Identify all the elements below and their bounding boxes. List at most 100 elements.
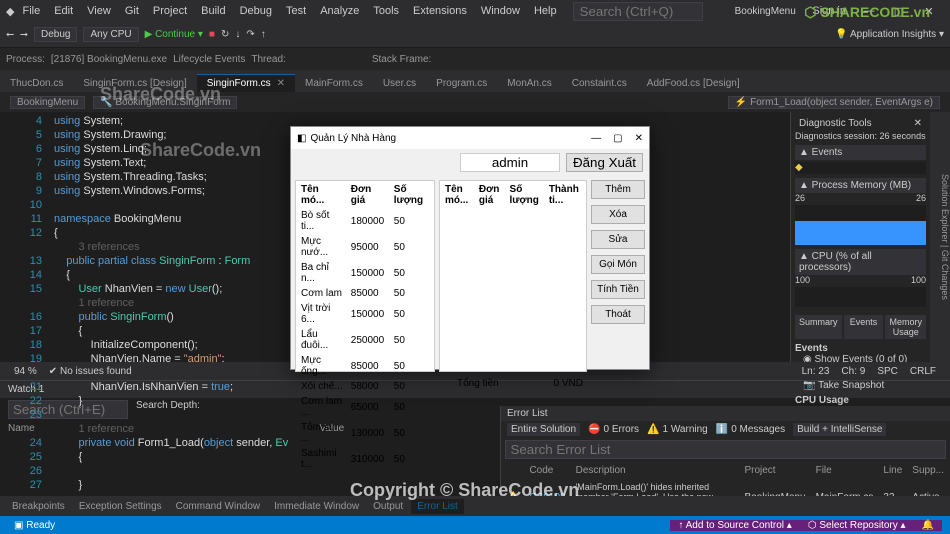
doc-tab[interactable]: SinginForm.cs✕ (197, 74, 295, 92)
diag-mem[interactable]: ▲ Process Memory (MB) (795, 178, 926, 193)
errors-count[interactable]: ⛔ 0 Errors (588, 424, 639, 435)
diag-snapshot[interactable]: Take Snapshot (818, 380, 884, 391)
menu-analyze[interactable]: Analyze (314, 3, 365, 19)
err-col-sup[interactable]: Supp... (908, 463, 948, 478)
doc-tab[interactable]: Program.cs (426, 75, 497, 92)
quick-search[interactable] (573, 2, 703, 21)
btn-bill[interactable]: Tính Tiền (591, 280, 645, 299)
crumb-class[interactable]: 🔧 BookingMenu.SinginForm (93, 96, 237, 109)
dialog-title: Quản Lý Nhà Hàng (310, 133, 396, 144)
menu-row[interactable]: Xôi chế...5800050 (298, 380, 432, 393)
dlg-user[interactable] (460, 153, 560, 172)
diag-tab-summary[interactable]: Summary (795, 315, 842, 339)
doc-tab[interactable]: User.cs (373, 75, 426, 92)
tab-output[interactable]: Output (367, 499, 409, 514)
menu-row[interactable]: Cơm lam8500050 (298, 287, 432, 300)
restart-icon[interactable]: ↻ (221, 29, 229, 40)
menu-help[interactable]: Help (528, 3, 563, 19)
diag-events[interactable]: ▲ Events (795, 145, 926, 160)
btn-del[interactable]: Xóa (591, 205, 645, 224)
err-col-proj[interactable]: Project (740, 463, 809, 478)
err-col-desc[interactable]: Description (572, 463, 739, 478)
menu-view[interactable]: View (81, 3, 117, 19)
stop-icon[interactable]: ■ (209, 29, 215, 40)
diag-tab-events[interactable]: Events (844, 315, 884, 339)
menu-file[interactable]: File (16, 3, 46, 19)
diag-close-icon[interactable]: ✕ (914, 118, 922, 129)
doc-tab[interactable]: SinginForm.cs [Design] (73, 75, 196, 92)
doc-tab[interactable]: Constaint.cs (562, 75, 637, 92)
menu-row[interactable]: Sashimi t...31000050 (298, 447, 432, 471)
menu-row[interactable]: Tôm sú ...13000050 (298, 421, 432, 445)
step-over-icon[interactable]: ↷ (246, 29, 254, 40)
menu-grid[interactable]: Tên mó...Đơn giáSố lượngBò sốt ti...1800… (295, 180, 435, 372)
menu-window[interactable]: Window (475, 3, 526, 19)
btn-exit[interactable]: Thoát (591, 305, 645, 324)
config-select[interactable]: Debug (34, 27, 77, 42)
solution-name: BookingMenu (735, 6, 796, 17)
menu-row[interactable]: Mực nướ...9500050 (298, 235, 432, 259)
menu-row[interactable]: Mực ống...8500050 (298, 354, 432, 378)
menu-extensions[interactable]: Extensions (407, 3, 473, 19)
step-out-icon[interactable]: ↑ (261, 29, 266, 40)
btn-edit[interactable]: Sửa (591, 230, 645, 249)
diag-cpu[interactable]: ▲ CPU (% of all processors) (795, 249, 926, 275)
menu-row[interactable]: Lẩu đuôi...25000050 (298, 328, 432, 352)
menu-git[interactable]: Git (119, 3, 145, 19)
errorlist-title: Error List (501, 406, 950, 421)
btn-logout[interactable]: Đăng Xuất (566, 153, 643, 172)
warnings-count[interactable]: ⚠️ 1 Warning (647, 424, 708, 435)
back-icon[interactable]: ⭠ (6, 29, 14, 40)
menu-row[interactable]: Vịt trời 6...15000050 (298, 302, 432, 326)
btn-order[interactable]: Gọi Món (591, 255, 645, 274)
crumb-project[interactable]: BookingMenu (10, 96, 85, 109)
tab-command[interactable]: Command Window (170, 499, 266, 514)
continue-button[interactable]: ▶ Continue ▾ (145, 29, 203, 40)
app-insights[interactable]: 💡 Application Insights ▾ (835, 29, 944, 40)
menu-row[interactable]: Bò sốt ti...18000050 (298, 209, 432, 233)
issues[interactable]: No issues found (60, 366, 132, 377)
menu-tools[interactable]: Tools (367, 3, 405, 19)
select-repo[interactable]: ⬡ Select Repository ▴ (800, 520, 914, 531)
process-select[interactable]: [21876] BookingMenu.exe (51, 54, 167, 65)
step-into-icon[interactable]: ↓ (235, 29, 240, 40)
diag-title: Diagnostic Tools (799, 118, 872, 129)
err-col-code[interactable]: Code (525, 463, 569, 478)
dlg-min-icon[interactable]: ― (591, 133, 601, 144)
menu-row[interactable]: Cơm lam ...6500050 (298, 395, 432, 419)
err-col-line[interactable]: Line (879, 463, 906, 478)
menu-row[interactable]: Ba chỉ n...15000050 (298, 261, 432, 285)
notif-icon[interactable]: 🔔 (914, 520, 942, 531)
tab-breakpoints[interactable]: Breakpoints (6, 499, 71, 514)
add-source-control[interactable]: ↑ Add to Source Control ▴ (670, 520, 799, 531)
fwd-icon[interactable]: ⭢ (20, 29, 28, 40)
err-col-file[interactable]: File (812, 463, 878, 478)
doc-tab[interactable]: ThucDon.cs (0, 75, 73, 92)
btn-add[interactable]: Thêm (591, 180, 645, 199)
zoom-level[interactable]: 94 % (8, 366, 43, 377)
platform-select[interactable]: Any CPU (83, 27, 138, 42)
order-grid[interactable]: Tên mó...Đơn giáSố lượngThành ti... (439, 180, 587, 372)
menu-test[interactable]: Test (280, 3, 312, 19)
error-scope[interactable]: Entire Solution (507, 423, 580, 436)
tab-exceptions[interactable]: Exception Settings (73, 499, 168, 514)
crumb-method[interactable]: ⚡ Form1_Load(object sender, EventArgs e) (728, 96, 940, 109)
error-search[interactable] (505, 440, 945, 459)
doc-tab[interactable]: AddFood.cs [Design] (637, 75, 750, 92)
menu-debug[interactable]: Debug (234, 3, 278, 19)
build-filter[interactable]: Build + IntelliSense (793, 423, 886, 436)
solution-explorer-strip[interactable]: Solution Explorer | Git Changes (930, 112, 950, 362)
nav-crumb: BookingMenu 🔧 BookingMenu.SinginForm ⚡ F… (0, 92, 950, 112)
dlg-close-icon[interactable]: ✕ (635, 133, 643, 144)
diag-tab-memory[interactable]: Memory Usage (885, 315, 926, 339)
menu-edit[interactable]: Edit (48, 3, 79, 19)
tab-immediate[interactable]: Immediate Window (268, 499, 365, 514)
tab-errorlist[interactable]: Error List (411, 499, 464, 514)
dialog-icon: ◧ (297, 133, 306, 144)
dlg-max-icon[interactable]: ▢ (613, 133, 622, 144)
menu-project[interactable]: Project (147, 3, 193, 19)
doc-tab[interactable]: MainForm.cs (295, 75, 373, 92)
menu-build[interactable]: Build (195, 3, 231, 19)
doc-tab[interactable]: MonAn.cs (497, 75, 561, 92)
messages-count[interactable]: ℹ️ 0 Messages (716, 424, 785, 435)
